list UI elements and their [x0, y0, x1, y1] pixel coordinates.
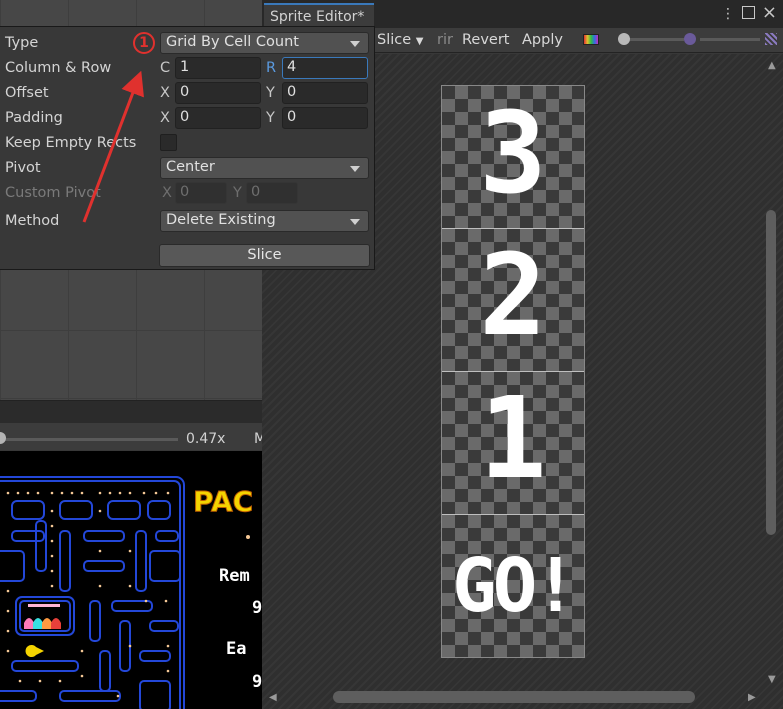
- type-dropdown[interactable]: Grid By Cell Count: [160, 32, 369, 54]
- column-row-label: Column & Row: [5, 60, 112, 76]
- custom-pivot-x-axis-label: X: [162, 185, 172, 201]
- slice-button[interactable]: Slice: [159, 244, 370, 267]
- svg-text:Ea: Ea: [226, 639, 246, 659]
- mip-high-icon: [765, 33, 777, 45]
- slice-menu-button[interactable]: Slice ▼: [377, 32, 423, 48]
- slice-divider: [442, 371, 584, 372]
- sprite-sheet-preview[interactable]: 3 2 1 GO!: [441, 85, 585, 658]
- unity-editor-window: 0.47x M PAC Rem 9 Ea 9 Sprite Editor* ⋮ …: [0, 0, 783, 709]
- zoom-value-label: 0.47x: [186, 431, 226, 447]
- type-label: Type: [5, 35, 39, 51]
- mip-slider-track[interactable]: [700, 38, 760, 41]
- row-axis-label: R: [266, 60, 277, 76]
- pivot-label: Pivot: [5, 160, 41, 176]
- kebab-menu-icon[interactable]: ⋮: [721, 6, 735, 22]
- slice-divider: [442, 514, 584, 515]
- scroll-left-arrow-icon[interactable]: ◀: [269, 692, 277, 703]
- svg-text:9: 9: [252, 598, 262, 618]
- scroll-up-arrow-icon[interactable]: ▲: [768, 60, 776, 71]
- sprite-frame-2[interactable]: 2: [442, 236, 584, 356]
- pivot-dropdown-value: Center: [166, 159, 215, 175]
- keep-empty-rects-label: Keep Empty Rects: [5, 135, 137, 151]
- column-axis-label: C: [160, 60, 171, 76]
- svg-text:Rem: Rem: [219, 566, 250, 586]
- pacman-game-render: PAC Rem 9 Ea 9: [0, 476, 262, 709]
- keep-empty-rects-checkbox[interactable]: [160, 134, 177, 151]
- row-count-input[interactable]: 4: [282, 57, 368, 79]
- offset-x-axis-label: X: [160, 85, 170, 101]
- custom-pivot-y-input: 0: [246, 182, 298, 204]
- offset-label: Offset: [5, 85, 49, 101]
- game-view: PAC Rem 9 Ea 9: [0, 451, 262, 709]
- svg-text:PAC: PAC: [193, 485, 253, 518]
- maximize-icon[interactable]: [742, 6, 755, 19]
- sprite-frame-go[interactable]: GO!: [442, 531, 584, 641]
- zoom-slider-track[interactable]: [624, 38, 684, 41]
- method-label: Method: [5, 213, 60, 229]
- sprite-frame-1[interactable]: 1: [442, 379, 584, 499]
- zoom-slider-knob[interactable]: [618, 33, 630, 45]
- revert-button[interactable]: Revert: [462, 32, 510, 48]
- padding-label: Padding: [5, 110, 63, 126]
- padding-y-axis-label: Y: [266, 110, 275, 126]
- slice-divider: [442, 228, 584, 229]
- game-view-toolbar: 0.47x M: [0, 400, 266, 450]
- trim-button[interactable]: rir: [437, 32, 453, 48]
- offset-y-input[interactable]: 0: [282, 82, 368, 104]
- dropdown-caret-icon: ▼: [415, 36, 424, 47]
- svg-text:9: 9: [252, 672, 262, 692]
- padding-x-input[interactable]: 0: [175, 107, 261, 129]
- sprite-frame-3[interactable]: 3: [442, 94, 584, 214]
- annotation-step-badge: 1: [133, 32, 155, 54]
- color-channel-icon[interactable]: [583, 34, 599, 45]
- mip-level-icon: [684, 33, 696, 45]
- offset-x-input[interactable]: 0: [175, 82, 261, 104]
- tab-sprite-editor[interactable]: Sprite Editor*: [264, 3, 374, 28]
- dropdown-caret-icon: [350, 219, 360, 225]
- custom-pivot-y-axis-label: Y: [233, 185, 242, 201]
- offset-y-axis-label: Y: [266, 85, 275, 101]
- type-dropdown-value: Grid By Cell Count: [166, 34, 299, 50]
- pacman-sprite: [25, 645, 44, 657]
- vertical-scrollbar-thumb[interactable]: [766, 210, 776, 535]
- dropdown-caret-icon: [350, 41, 360, 47]
- pivot-dropdown[interactable]: Center: [160, 157, 369, 179]
- ghosts-group: [24, 604, 61, 629]
- apply-button[interactable]: Apply: [522, 32, 563, 48]
- scroll-down-arrow-icon[interactable]: ▼: [768, 674, 776, 685]
- custom-pivot-label: Custom Pivot: [5, 185, 101, 201]
- method-dropdown-value: Delete Existing: [166, 212, 276, 228]
- zoom-slider-track[interactable]: [0, 438, 178, 441]
- method-dropdown[interactable]: Delete Existing: [160, 210, 369, 232]
- padding-x-axis-label: X: [160, 110, 170, 126]
- scroll-right-arrow-icon[interactable]: ▶: [748, 692, 756, 703]
- dropdown-caret-icon: [350, 166, 360, 172]
- column-count-input[interactable]: 1: [175, 57, 261, 79]
- custom-pivot-x-input: 0: [175, 182, 227, 204]
- game-view-tab-strip: [0, 401, 262, 423]
- sprite-editor-tabbar: Sprite Editor* ⋮ ×: [262, 0, 783, 28]
- close-icon[interactable]: ×: [762, 2, 777, 23]
- padding-y-input[interactable]: 0: [282, 107, 368, 129]
- zoom-slider-knob[interactable]: [0, 432, 6, 444]
- slice-settings-popup: Type Grid By Cell Count Column & Row C 1…: [0, 26, 375, 270]
- horizontal-scrollbar-thumb[interactable]: [333, 691, 695, 703]
